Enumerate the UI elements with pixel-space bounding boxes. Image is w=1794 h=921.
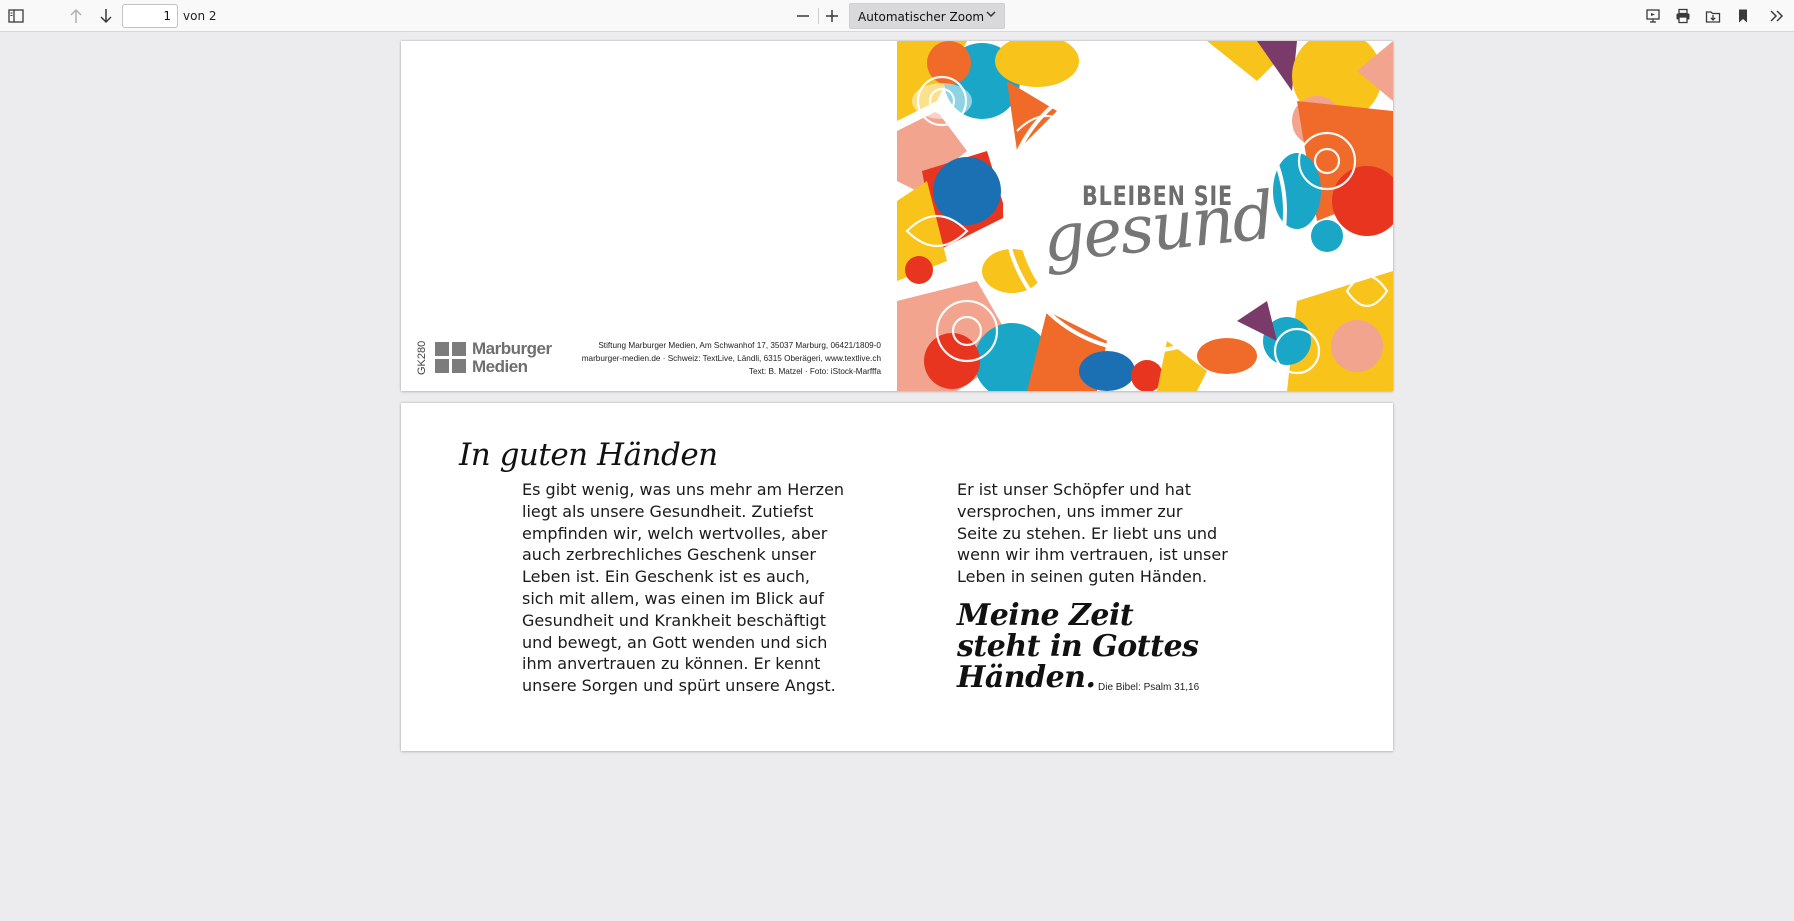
logo-line-2: Medien [472,357,528,376]
pdf-page-1: GK280 Marburger Medien Stiftung Marburge… [401,41,1393,391]
publisher-address: Stiftung Marburger Medien, Am Schwanhof … [598,341,881,350]
quote-source: Die Bibel: Psalm 31,16 [1098,682,1200,693]
arrow-up-icon[interactable] [64,4,88,28]
body-text-right: Er ist unser Schöpfer und hat versproche… [957,480,1228,587]
page-number-input[interactable] [122,4,178,28]
cover-artwork: BLEIBEN SIE gesund [897,41,1393,391]
pdf-toolbar: von 2 Automatischer Zoom [0,0,1794,32]
print-icon[interactable] [1671,4,1695,28]
product-code: GK280 [416,340,428,376]
pdf-page-2: In guten Händen Es gibt wenig, was uns m… [401,403,1393,751]
publisher-logo: GK280 Marburger Medien [416,338,566,378]
plus-icon[interactable] [820,4,844,28]
publisher-info: Stiftung Marburger Medien, Am Schwanhof … [582,339,881,378]
publisher-credits: Text: B. Matzel · Foto: iStock-Marfffa [748,367,881,376]
page-title: In guten Händen [459,437,718,473]
logo-text: Marburger Medien [472,340,552,376]
bookmark-icon[interactable] [1731,4,1755,28]
zoom-label: Automatischer Zoom [858,10,985,24]
page-count-label: von 2 [183,9,217,23]
bible-quote: Meine Zeit steht in Gottes Händen. [957,598,1199,695]
arrow-down-icon[interactable] [94,4,118,28]
presentation-icon[interactable] [1641,4,1665,28]
body-text-left: Es gibt wenig, was uns mehr am Herzen li… [522,480,845,696]
logo-line-1: Marburger [472,339,552,358]
save-icon[interactable] [1701,4,1725,28]
logo-squares-icon [435,342,469,376]
zoom-select[interactable]: Automatischer Zoom [849,3,1005,29]
minus-icon[interactable] [791,4,815,28]
publisher-web: marburger-medien.de · Schweiz: TextLive,… [581,354,881,363]
tools-chevron-icon[interactable] [1765,4,1789,28]
toolbar-divider [818,8,819,24]
chevron-down-icon [986,10,996,21]
sidebar-toggle-icon[interactable] [4,4,28,28]
